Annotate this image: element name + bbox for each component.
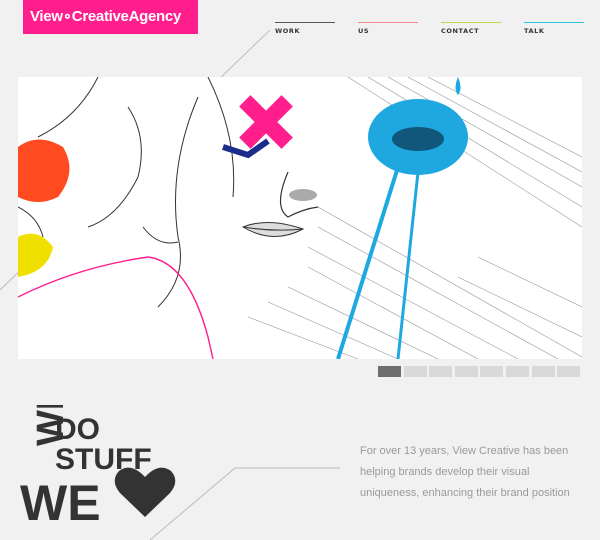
brand-logo[interactable]: View∘CreativeAgency <box>23 0 198 34</box>
nav-item-contact[interactable]: CONTACT <box>441 22 501 35</box>
nav-item-us[interactable]: US <box>358 22 418 35</box>
slider-dot[interactable] <box>454 366 478 377</box>
nav-item-talk[interactable]: TALK <box>524 22 584 35</box>
slogan-we: WE <box>20 475 101 525</box>
about-text: For over 13 years, View Creative has bee… <box>360 445 570 499</box>
slider-dot[interactable] <box>531 366 555 377</box>
slogan-do: DO <box>55 413 100 446</box>
slider-dot[interactable] <box>480 366 504 377</box>
slider-dot[interactable] <box>557 366 581 377</box>
main-nav: WORK US CONTACT TALK <box>275 22 600 35</box>
hero-slide-image[interactable] <box>18 77 582 359</box>
slider-dot[interactable] <box>505 366 529 377</box>
nav-item-work[interactable]: WORK <box>275 22 335 35</box>
slider-pagination <box>378 366 583 377</box>
slider-dot[interactable] <box>429 366 453 377</box>
slider-dot[interactable] <box>403 366 427 377</box>
slider-dot[interactable] <box>378 366 401 377</box>
hero-illustration <box>18 77 582 359</box>
slogan-we-do-stuff: WE DO STUFF WE <box>20 405 176 525</box>
